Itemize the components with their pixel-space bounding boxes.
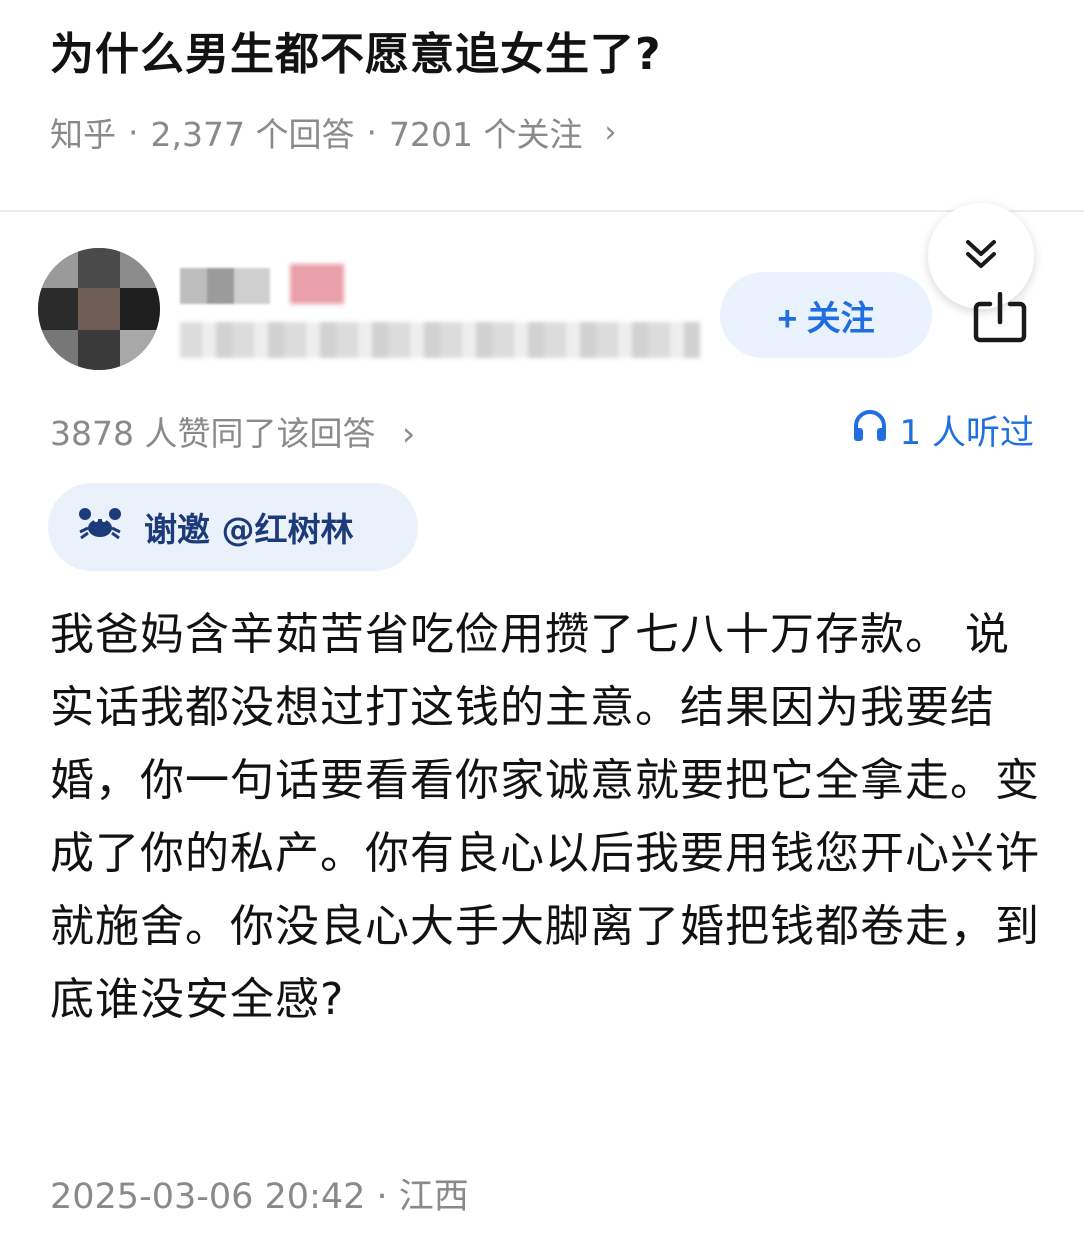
invite-label: 谢邀 @红树林 xyxy=(144,510,354,549)
follower-count: 7201 个关注 xyxy=(388,115,583,154)
answer-page: 为什么男生都不愿意追女生了? 知乎 · 2,377 个回答 · 7201 个关注… xyxy=(0,0,1084,1236)
double-chevron-down-icon xyxy=(964,237,998,275)
question-title[interactable]: 为什么男生都不愿意追女生了? xyxy=(50,18,662,82)
author-bio-blurred xyxy=(180,322,700,358)
chevron-right-icon: › xyxy=(401,414,416,453)
question-meta[interactable]: 知乎 · 2,377 个回答 · 7201 个关注 › xyxy=(50,108,616,156)
source-label: 知乎 xyxy=(50,115,116,154)
meta-separator: · xyxy=(128,112,139,152)
upvote-count: 3878 人赞同了该回答 xyxy=(50,414,376,453)
headphones-icon xyxy=(852,408,900,451)
listen-label: 1 人听过 xyxy=(899,413,1034,453)
crab-icon xyxy=(78,506,144,548)
upvote-summary[interactable]: 3878 人赞同了该回答 › xyxy=(50,407,415,455)
chevron-right-icon: › xyxy=(604,114,617,150)
author-name-blurred[interactable] xyxy=(180,268,270,304)
author-badge-blurred xyxy=(290,264,344,304)
answer-count: 2,377 个回答 xyxy=(150,115,355,154)
listen-count[interactable]: 1 人听过 xyxy=(852,405,1034,454)
answer-content: 我爸妈含辛茹苦省吃俭用攒了七八十万存款。 说实话我都没想过打这钱的主意。结果因为… xyxy=(50,609,1040,1025)
share-icon[interactable] xyxy=(972,291,1028,344)
follow-label: + 关注 xyxy=(777,299,875,338)
invite-tag[interactable]: 谢邀 @红树林 xyxy=(48,483,418,571)
follow-button[interactable]: + 关注 xyxy=(720,272,932,358)
divider xyxy=(0,210,1084,212)
meta-separator: · xyxy=(366,112,377,152)
answer-timestamp: 2025-03-06 20:42 · 江西 xyxy=(50,1177,469,1217)
avatar[interactable] xyxy=(38,248,160,370)
